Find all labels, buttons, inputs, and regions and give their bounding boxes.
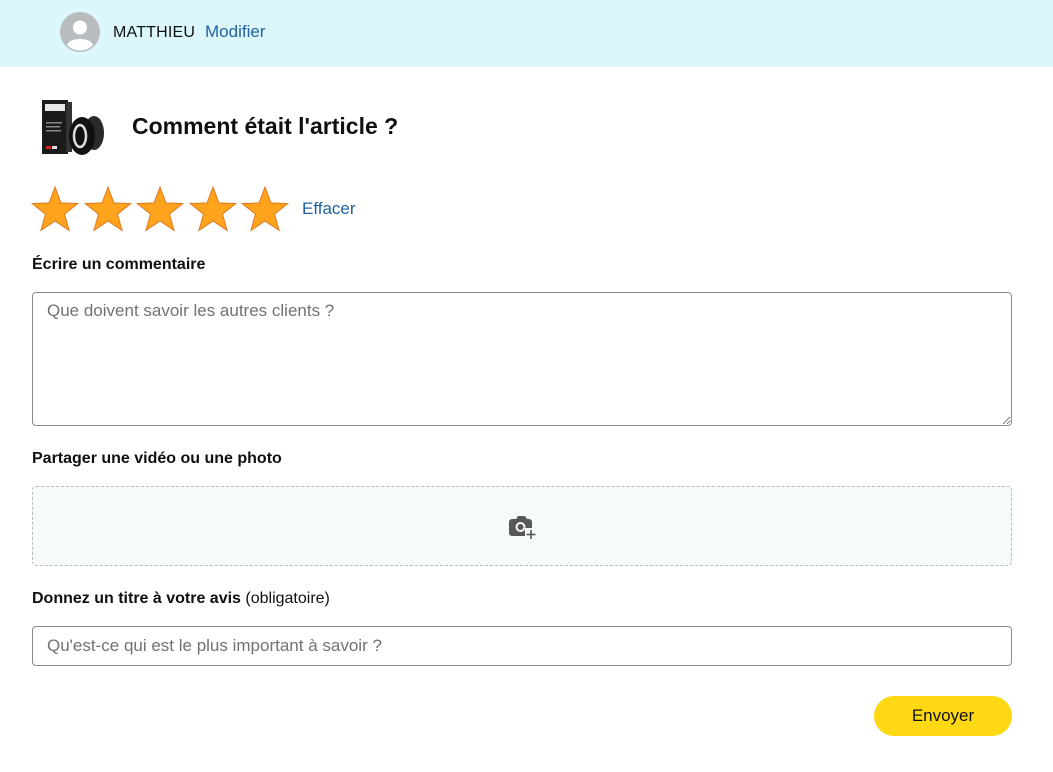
media-upload-dropzone[interactable] xyxy=(32,486,1012,566)
comment-textarea[interactable] xyxy=(32,292,1012,426)
review-title-label: Donnez un titre à votre avis (obligatoir… xyxy=(32,589,330,609)
modify-profile-link[interactable]: Modifier xyxy=(205,22,265,42)
media-upload-label: Partager une vidéo ou une photo xyxy=(32,450,282,467)
clear-rating-link[interactable]: Effacer xyxy=(302,199,356,219)
user-avatar-icon xyxy=(60,12,100,52)
review-title-input[interactable] xyxy=(32,626,1012,666)
star-3-icon[interactable] xyxy=(136,185,184,233)
submit-button[interactable]: Envoyer xyxy=(874,696,1012,736)
camera-add-icon xyxy=(507,514,537,540)
star-rating xyxy=(31,185,294,233)
required-qualifier: (obligatoire) xyxy=(245,590,330,607)
star-5-icon[interactable] xyxy=(241,185,289,233)
page-title: Comment était l'article ? xyxy=(132,113,399,139)
star-1-icon[interactable] xyxy=(31,185,79,233)
review-title-label-text: Donnez un titre à votre avis xyxy=(32,590,241,607)
product-image xyxy=(36,96,108,162)
comment-label: Écrire un commentaire xyxy=(32,256,206,273)
star-4-icon[interactable] xyxy=(188,185,237,233)
review-header-bar: MATTHIEU Modifier xyxy=(0,0,1053,67)
user-name: MATTHIEU xyxy=(113,24,196,41)
star-2-icon[interactable] xyxy=(83,185,132,233)
